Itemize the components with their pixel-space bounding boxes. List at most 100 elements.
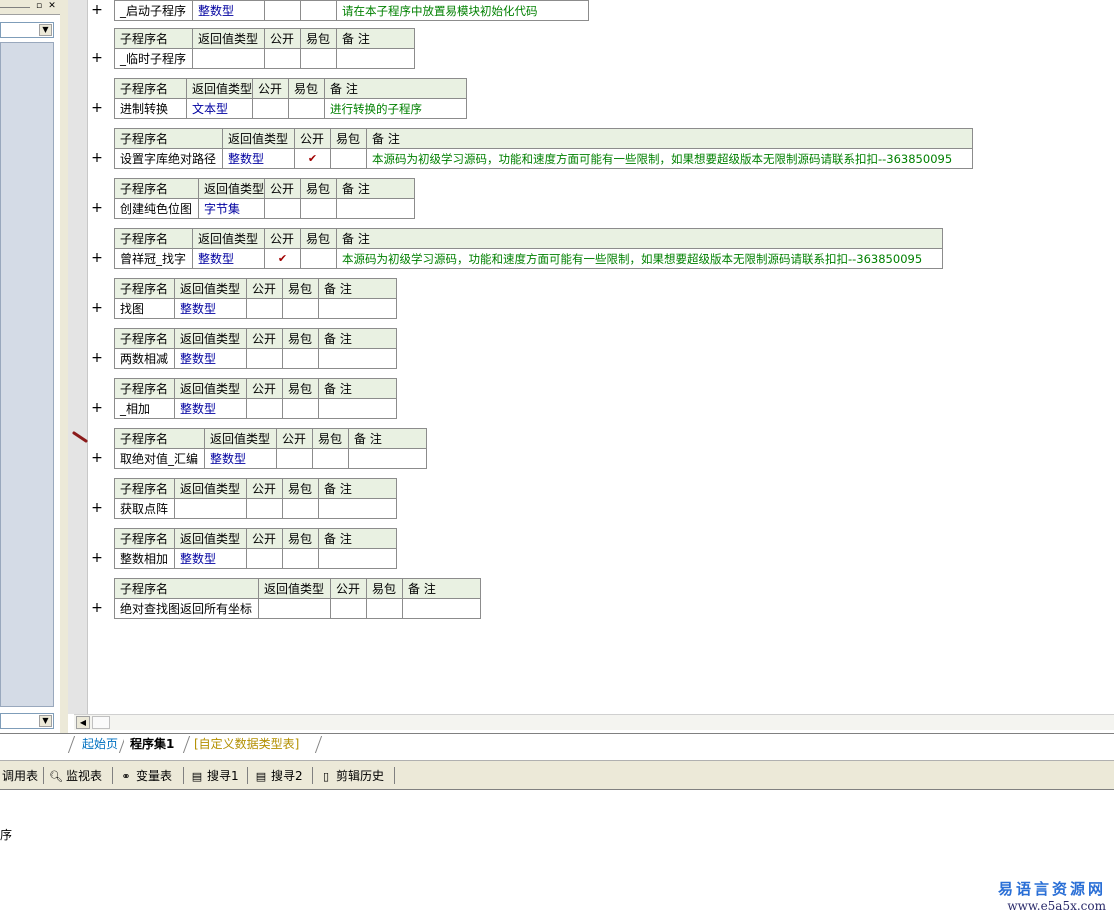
remark-cell[interactable]: [336, 48, 415, 69]
return-type-cell[interactable]: 整数型: [174, 298, 247, 319]
easy-pack-cell[interactable]: [300, 248, 337, 269]
public-cell[interactable]: ✔: [264, 248, 301, 269]
expand-icon[interactable]: +: [90, 148, 104, 168]
expand-icon[interactable]: +: [90, 248, 104, 268]
public-cell[interactable]: [246, 348, 283, 369]
expand-icon[interactable]: +: [90, 348, 104, 368]
remark-cell[interactable]: [348, 448, 427, 469]
sub-name-cell[interactable]: 进制转换: [114, 98, 187, 119]
expand-icon[interactable]: +: [90, 548, 104, 568]
public-cell[interactable]: [246, 548, 283, 569]
chevron-down-icon[interactable]: ▼: [39, 24, 52, 36]
sub-name-cell[interactable]: 找图: [114, 298, 175, 319]
return-type-cell[interactable]: 整数型: [174, 398, 247, 419]
tab-start-page[interactable]: 起始页: [76, 736, 124, 753]
close-icon[interactable]: ✕: [47, 1, 57, 11]
return-type-cell[interactable]: 文本型: [186, 98, 253, 119]
public-cell[interactable]: ✔: [294, 148, 331, 169]
expand-icon[interactable]: +: [90, 598, 104, 618]
remark-cell[interactable]: [318, 398, 397, 419]
easy-pack-cell[interactable]: [282, 348, 319, 369]
sub-name-cell[interactable]: 设置字库绝对路径: [114, 148, 223, 169]
public-cell[interactable]: [246, 498, 283, 519]
return-type-cell[interactable]: 整数型: [192, 0, 265, 21]
public-cell[interactable]: [330, 598, 367, 619]
chevron-down-icon[interactable]: ▼: [39, 715, 52, 727]
expand-icon[interactable]: +: [90, 48, 104, 68]
easy-pack-cell[interactable]: [300, 198, 337, 219]
expand-icon[interactable]: +: [90, 0, 104, 20]
sub-name-cell[interactable]: 整数相加: [114, 548, 175, 569]
expand-icon[interactable]: +: [90, 98, 104, 118]
return-type-cell[interactable]: [174, 498, 247, 519]
sub-name-cell[interactable]: 获取点阵: [114, 498, 175, 519]
search2-button[interactable]: ▤ 搜寻2: [254, 767, 303, 785]
expand-icon[interactable]: +: [90, 398, 104, 418]
expand-icon[interactable]: +: [90, 448, 104, 468]
expand-icon[interactable]: +: [90, 198, 104, 218]
return-type-cell[interactable]: 整数型: [222, 148, 295, 169]
remark-cell[interactable]: [318, 548, 397, 569]
sub-name-cell[interactable]: _临时子程序: [114, 48, 193, 69]
easy-pack-cell[interactable]: [282, 298, 319, 319]
public-cell[interactable]: [246, 398, 283, 419]
clip-history-button[interactable]: ▯ 剪辑历史: [319, 767, 384, 785]
call-table-button[interactable]: 调用表: [2, 767, 38, 785]
sub-name-cell[interactable]: 两数相减: [114, 348, 175, 369]
restore-icon[interactable]: ▫: [34, 1, 44, 11]
easy-pack-cell[interactable]: [300, 48, 337, 69]
public-cell[interactable]: [264, 0, 301, 21]
easy-pack-cell[interactable]: [300, 0, 337, 21]
public-cell[interactable]: [276, 448, 313, 469]
remark-cell[interactable]: 请在本子程序中放置易模块初始化代码: [336, 0, 589, 21]
watch-table-button[interactable]: 🔍︎ 监视表: [49, 767, 102, 785]
remark-cell[interactable]: 本源码为初级学习源码，功能和速度方面可能有一些限制，如果想要超级版本无限制源码请…: [366, 148, 973, 169]
expand-icon[interactable]: +: [90, 498, 104, 518]
search1-button[interactable]: ▤ 搜寻1: [190, 767, 239, 785]
return-type-cell[interactable]: [192, 48, 265, 69]
easy-pack-cell[interactable]: [282, 398, 319, 419]
easy-pack-cell[interactable]: [330, 148, 367, 169]
sub-name-cell[interactable]: 绝对查找图返回所有坐标: [114, 598, 259, 619]
expand-icon[interactable]: +: [90, 298, 104, 318]
sub-name-cell[interactable]: 曾祥冠_找字: [114, 248, 193, 269]
scroll-thumb[interactable]: [92, 716, 110, 729]
tab-program-set[interactable]: 程序集1: [124, 736, 181, 753]
panel-combo-bottom[interactable]: ▼: [0, 713, 54, 729]
panel-list[interactable]: [0, 42, 54, 707]
sub-name-cell[interactable]: _相加: [114, 398, 175, 419]
panel-splitter[interactable]: [60, 0, 68, 733]
public-cell[interactable]: [264, 198, 301, 219]
return-type-cell[interactable]: 字节集: [198, 198, 265, 219]
remark-cell[interactable]: [318, 348, 397, 369]
sub-name-cell[interactable]: 创建纯色位图: [114, 198, 199, 219]
horizontal-scrollbar[interactable]: ◀: [74, 714, 1114, 730]
easy-pack-cell[interactable]: [366, 598, 403, 619]
remark-cell[interactable]: 本源码为初级学习源码，功能和速度方面可能有一些限制，如果想要超级版本无限制源码请…: [336, 248, 943, 269]
sub-name-cell[interactable]: _启动子程序: [114, 0, 193, 21]
sub-name-cell[interactable]: 取绝对值_汇编: [114, 448, 205, 469]
public-cell[interactable]: [246, 298, 283, 319]
easy-pack-cell[interactable]: [282, 498, 319, 519]
return-type-cell[interactable]: 整数型: [174, 348, 247, 369]
header-easy-pack: 易包: [330, 128, 367, 149]
tab-custom-types[interactable]: [自定义数据类型表]: [188, 736, 305, 753]
remark-cell[interactable]: [402, 598, 481, 619]
public-cell[interactable]: [264, 48, 301, 69]
return-type-cell[interactable]: 整数型: [174, 548, 247, 569]
remark-cell[interactable]: 进行转换的子程序: [324, 98, 467, 119]
code-editor[interactable]: + 子程序名 返回值类型 公开 易包 备 注 _启动子程序 整数型 请在本子程序…: [68, 0, 1114, 714]
var-table-button[interactable]: ⚭ 变量表: [119, 767, 172, 785]
scroll-left-icon[interactable]: ◀: [76, 716, 90, 729]
return-type-cell[interactable]: 整数型: [192, 248, 265, 269]
remark-cell[interactable]: [318, 498, 397, 519]
remark-cell[interactable]: [318, 298, 397, 319]
return-type-cell[interactable]: 整数型: [204, 448, 277, 469]
panel-combo-top[interactable]: ▼: [0, 22, 54, 38]
public-cell[interactable]: [252, 98, 289, 119]
remark-cell[interactable]: [336, 198, 415, 219]
easy-pack-cell[interactable]: [288, 98, 325, 119]
easy-pack-cell[interactable]: [312, 448, 349, 469]
return-type-cell[interactable]: [258, 598, 331, 619]
easy-pack-cell[interactable]: [282, 548, 319, 569]
